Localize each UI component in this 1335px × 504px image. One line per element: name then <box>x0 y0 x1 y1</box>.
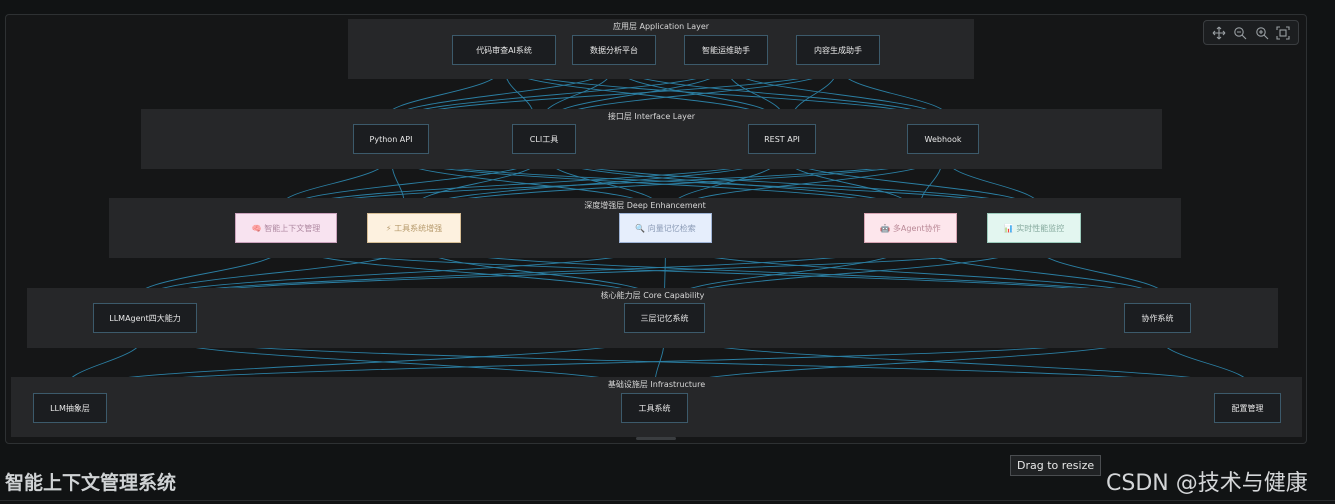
zoom-in-icon[interactable] <box>1254 25 1270 41</box>
node-cli-tool[interactable]: CLI工具 <box>512 124 576 154</box>
zoom-toolbar <box>1203 20 1299 45</box>
node-context-management[interactable]: 🧠 智能上下文管理 <box>235 213 337 243</box>
page-title: 智能上下文管理系统 <box>5 472 177 494</box>
node-performance-monitor[interactable]: 📊 实时性能监控 <box>987 213 1081 243</box>
resize-handle[interactable] <box>636 437 676 440</box>
node-data-platform[interactable]: 数据分析平台 <box>572 35 656 65</box>
node-webhook[interactable]: Webhook <box>907 124 979 154</box>
layer-application: 应用层 Application Layer <box>348 19 974 79</box>
node-multi-agent[interactable]: 🤖 多Agent协作 <box>864 213 957 243</box>
watermark: CSDN @技术与健康 <box>1106 471 1308 496</box>
drag-resize-tooltip: Drag to resize <box>1010 455 1102 476</box>
fit-screen-icon[interactable] <box>1275 25 1291 41</box>
layer-interface: 接口层 Interface Layer <box>141 109 1162 169</box>
node-python-api[interactable]: Python API <box>353 124 429 154</box>
node-three-tier-memory[interactable]: 三层记忆系统 <box>624 303 705 333</box>
node-collaboration-system[interactable]: 协作系统 <box>1124 303 1191 333</box>
move-icon[interactable] <box>1211 25 1227 41</box>
layer-title-core: 核心能力层 Core Capability <box>600 291 705 300</box>
node-tool-enhancement[interactable]: ⚡ 工具系统增强 <box>367 213 461 243</box>
zoom-out-icon[interactable] <box>1232 25 1248 41</box>
layer-title-application: 应用层 Application Layer <box>612 22 710 31</box>
node-tool-system[interactable]: 工具系统 <box>621 393 688 423</box>
layer-title-interface: 接口层 Interface Layer <box>607 112 696 121</box>
node-configuration[interactable]: 配置管理 <box>1214 393 1281 423</box>
node-vector-memory[interactable]: 🔍 向量记忆检索 <box>619 213 712 243</box>
node-code-review[interactable]: 代码审查AI系统 <box>452 35 556 65</box>
layer-title-enhancement: 深度增强层 Deep Enhancement <box>584 201 706 210</box>
node-rest-api[interactable]: REST API <box>748 124 816 154</box>
node-llmagent-capabilities[interactable]: LLMAgent四大能力 <box>93 303 197 333</box>
divider <box>0 500 1335 501</box>
node-llm-abstraction[interactable]: LLM抽象层 <box>33 393 107 423</box>
layer-title-infrastructure: 基础设施层 Infrastructure <box>607 380 706 389</box>
node-ops-assistant[interactable]: 智能运维助手 <box>684 35 768 65</box>
node-content-assistant[interactable]: 内容生成助手 <box>796 35 880 65</box>
